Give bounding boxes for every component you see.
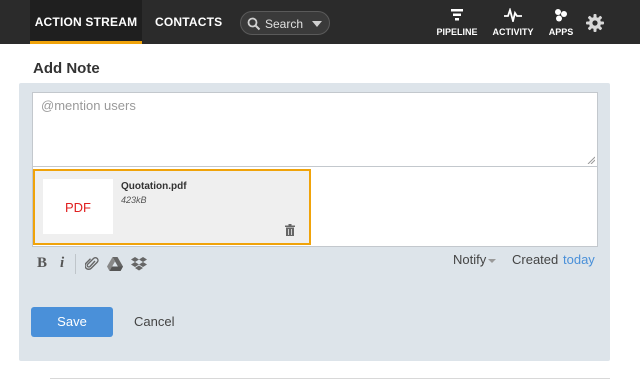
gear-icon[interactable]: [585, 13, 605, 33]
nav-apps[interactable]: APPS: [546, 0, 576, 44]
pdf-thumb-label: PDF: [65, 200, 91, 215]
search-dropdown[interactable]: Search: [240, 11, 330, 35]
top-navigation-bar: ACTION STREAM CONTACTS Search PIPELINE A…: [0, 0, 640, 44]
nav-activity[interactable]: ACTIVITY: [490, 0, 536, 44]
tab-contacts[interactable]: CONTACTS: [155, 0, 222, 44]
nav-activity-label: ACTIVITY: [492, 27, 534, 37]
created-label: Created: [512, 252, 559, 267]
chevron-down-icon: [312, 21, 322, 27]
attachment-card[interactable]: PDF Quotation.pdf 423kB: [33, 169, 311, 245]
search-icon: [247, 17, 261, 31]
bold-button[interactable]: B: [37, 255, 47, 272]
save-button[interactable]: Save: [31, 307, 113, 337]
paperclip-icon[interactable]: [85, 257, 99, 271]
nav-apps-label: APPS: [548, 27, 574, 37]
cancel-button[interactable]: Cancel: [134, 314, 174, 329]
notify-dropdown[interactable]: Notify: [453, 252, 497, 267]
apps-icon: [555, 9, 567, 22]
page-title: Add Note: [33, 60, 100, 77]
nav-pipeline-label: PIPELINE: [436, 27, 478, 37]
search-placeholder: Search: [265, 17, 304, 31]
note-editor[interactable]: @mention users: [32, 92, 598, 167]
toolbar-divider: [75, 254, 76, 274]
activity-icon: [504, 8, 522, 22]
google-drive-icon[interactable]: [107, 257, 123, 271]
pdf-thumbnail: PDF: [43, 179, 113, 234]
resize-handle-icon[interactable]: [587, 156, 595, 164]
notify-label: Notify: [453, 252, 487, 267]
tab-action-stream[interactable]: ACTION STREAM: [30, 0, 142, 44]
nav-pipeline[interactable]: PIPELINE: [434, 0, 480, 44]
pipeline-icon: [451, 9, 463, 21]
created-date-link[interactable]: today: [563, 252, 595, 267]
attachment-file-name: Quotation.pdf: [121, 181, 187, 192]
chevron-down-icon: [488, 258, 497, 263]
italic-button[interactable]: i: [60, 255, 64, 272]
editor-placeholder: @mention users: [41, 98, 136, 113]
dropbox-icon[interactable]: [131, 256, 147, 272]
trash-icon[interactable]: [285, 224, 295, 236]
attachment-file-size: 423kB: [121, 195, 147, 205]
